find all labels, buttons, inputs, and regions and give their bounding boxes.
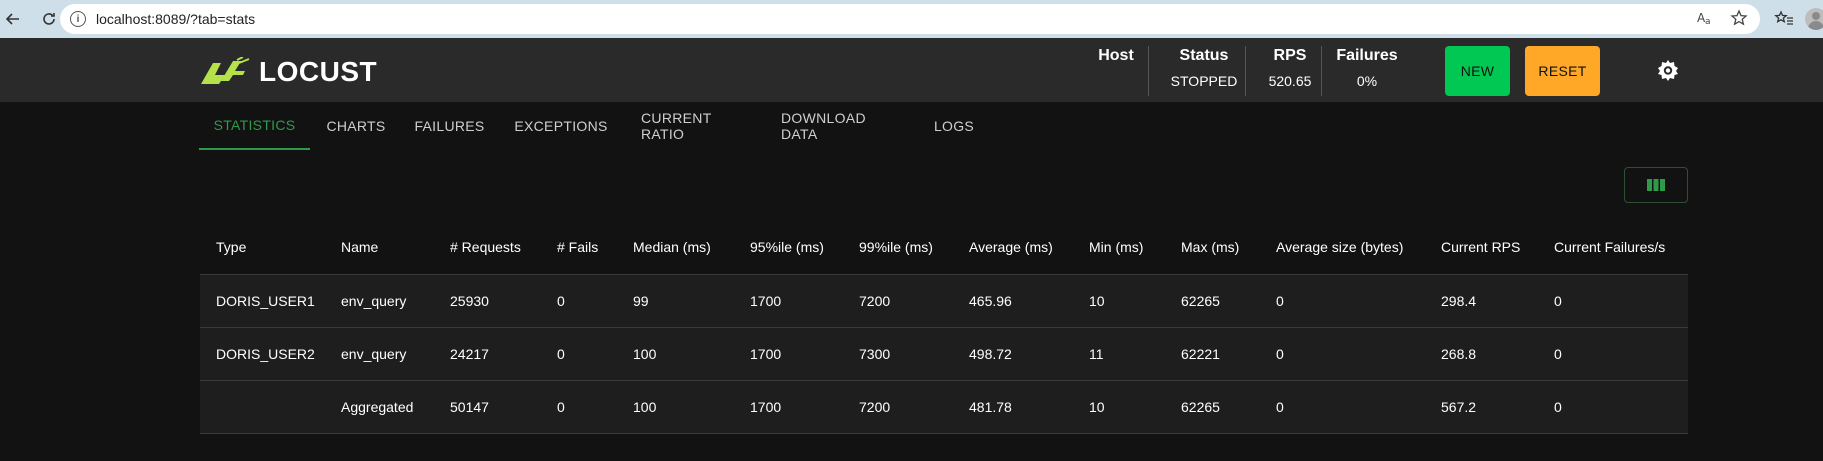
table-cell: env_query	[341, 293, 407, 309]
table-cell: 298.4	[1441, 293, 1477, 309]
host-stat: Host	[1094, 47, 1138, 65]
table-cell: 0	[1554, 293, 1562, 309]
table-cell: 10	[1089, 293, 1105, 309]
star-icon[interactable]	[1730, 9, 1748, 32]
column-header[interactable]: Min (ms)	[1073, 239, 1165, 255]
tab-charts[interactable]: CHARTS	[310, 102, 402, 150]
stats-table: Type Name # Requests # Fails Median (ms)…	[200, 220, 1688, 434]
column-header[interactable]: Type	[200, 239, 325, 255]
table-cell: 498.72	[969, 346, 1012, 362]
logo-text: LOCUST	[259, 56, 378, 87]
tab-download-data[interactable]: DOWNLOAD DATA	[765, 102, 909, 150]
column-header[interactable]: Current Failures/s	[1538, 239, 1688, 255]
status-label: Status	[1179, 47, 1229, 64]
table-cell: 0	[1276, 399, 1284, 415]
site-info-icon[interactable]: i	[70, 11, 86, 27]
column-header[interactable]: Name	[325, 239, 434, 255]
header-divider	[1321, 46, 1322, 96]
column-header[interactable]: Median (ms)	[617, 239, 734, 255]
aggregated-row: Aggregated 50147 0 100 1700 7200 481.78 …	[200, 381, 1688, 434]
tab-current-ratio[interactable]: CURRENT RATIO	[625, 102, 765, 150]
failures-stat: Failures 0%	[1334, 47, 1400, 89]
table-cell: 0	[1276, 293, 1284, 309]
table-cell: DORIS_USER1	[216, 293, 315, 309]
new-test-button[interactable]: NEW	[1445, 46, 1510, 96]
table-cell: 62265	[1181, 399, 1220, 415]
failures-label: Failures	[1336, 47, 1398, 64]
column-header[interactable]: Average (ms)	[953, 239, 1073, 255]
rps-stat: RPS 520.65	[1258, 47, 1322, 89]
table-cell: 7200	[859, 293, 891, 309]
profile-icon[interactable]	[1805, 8, 1823, 30]
table-cell: Aggregated	[341, 399, 414, 415]
table-cell: 1700	[750, 346, 782, 362]
table-header-row: Type Name # Requests # Fails Median (ms)…	[200, 220, 1688, 275]
columns-icon	[1647, 179, 1665, 191]
table-cell: 99	[633, 293, 649, 309]
back-icon[interactable]	[0, 6, 26, 32]
table-cell: env_query	[341, 346, 407, 362]
svg-text:a: a	[1705, 17, 1711, 27]
table-cell: 268.8	[1441, 346, 1477, 362]
table-row: DORIS_USER1 env_query 25930 0 99 1700 72…	[200, 275, 1688, 328]
failures-value: 0%	[1356, 73, 1378, 89]
rps-label: RPS	[1273, 47, 1307, 64]
table-cell: 1700	[750, 399, 782, 415]
table-cell: 567.2	[1441, 399, 1477, 415]
table-cell: 0	[557, 399, 565, 415]
translate-icon[interactable]: Aa	[1696, 9, 1714, 32]
tab-bar: STATISTICS CHARTS FAILURES EXCEPTIONS CU…	[199, 102, 999, 150]
app-header: LOCUST Host Status STOPPED RPS 520.65 Fa…	[0, 38, 1823, 102]
header-divider	[1245, 46, 1246, 96]
table-row: DORIS_USER2 env_query 24217 0 100 1700 7…	[200, 328, 1688, 381]
table-cell: 0	[1554, 346, 1562, 362]
tab-failures[interactable]: FAILURES	[402, 102, 497, 150]
table-cell: DORIS_USER2	[216, 346, 315, 362]
column-header[interactable]: 99%ile (ms)	[843, 239, 953, 255]
rps-value: 520.65	[1268, 73, 1312, 89]
status-value: STOPPED	[1170, 73, 1238, 89]
column-header[interactable]: 95%ile (ms)	[734, 239, 843, 255]
column-selector-button[interactable]	[1624, 167, 1688, 203]
table-cell: 481.78	[969, 399, 1012, 415]
table-cell: 1700	[750, 293, 782, 309]
address-bar[interactable]: i localhost:8089/?tab=stats Aa	[60, 4, 1760, 34]
column-header[interactable]: # Requests	[434, 239, 541, 255]
table-cell: 100	[633, 399, 657, 415]
table-cell: 25930	[450, 293, 489, 309]
table-cell: 0	[557, 346, 565, 362]
table-cell: 0	[1554, 399, 1562, 415]
table-cell: 62221	[1181, 346, 1220, 362]
tab-logs[interactable]: LOGS	[909, 102, 999, 150]
table-cell: 0	[557, 293, 565, 309]
status-stat: Status STOPPED	[1162, 47, 1246, 89]
locust-logo[interactable]: LOCUST	[199, 56, 377, 88]
host-label: Host	[1098, 47, 1134, 64]
table-cell: 24217	[450, 346, 489, 362]
tab-exceptions[interactable]: EXCEPTIONS	[497, 102, 625, 150]
table-cell: 465.96	[969, 293, 1012, 309]
locust-logo-icon	[201, 57, 250, 84]
column-header[interactable]: Max (ms)	[1165, 239, 1260, 255]
url-text[interactable]: localhost:8089/?tab=stats	[96, 11, 255, 27]
table-cell: 50147	[450, 399, 489, 415]
table-cell: 7200	[859, 399, 891, 415]
column-header[interactable]: Average size (bytes)	[1260, 239, 1425, 255]
table-cell: 0	[1276, 346, 1284, 362]
tab-statistics[interactable]: STATISTICS	[199, 102, 310, 150]
table-cell: 11	[1089, 346, 1104, 362]
column-header[interactable]: Current RPS	[1425, 239, 1538, 255]
browser-toolbar: i localhost:8089/?tab=stats Aa	[0, 0, 1823, 38]
table-cell: 7300	[859, 346, 891, 362]
gear-icon[interactable]	[1656, 58, 1680, 82]
column-header[interactable]: # Fails	[541, 239, 617, 255]
table-cell: 62265	[1181, 293, 1220, 309]
table-cell: 10	[1089, 399, 1105, 415]
reload-icon[interactable]	[36, 6, 62, 32]
reset-stats-button[interactable]: RESET	[1525, 46, 1600, 96]
favorites-icon[interactable]	[1774, 9, 1794, 34]
header-divider	[1148, 46, 1149, 96]
table-cell: 100	[633, 346, 657, 362]
